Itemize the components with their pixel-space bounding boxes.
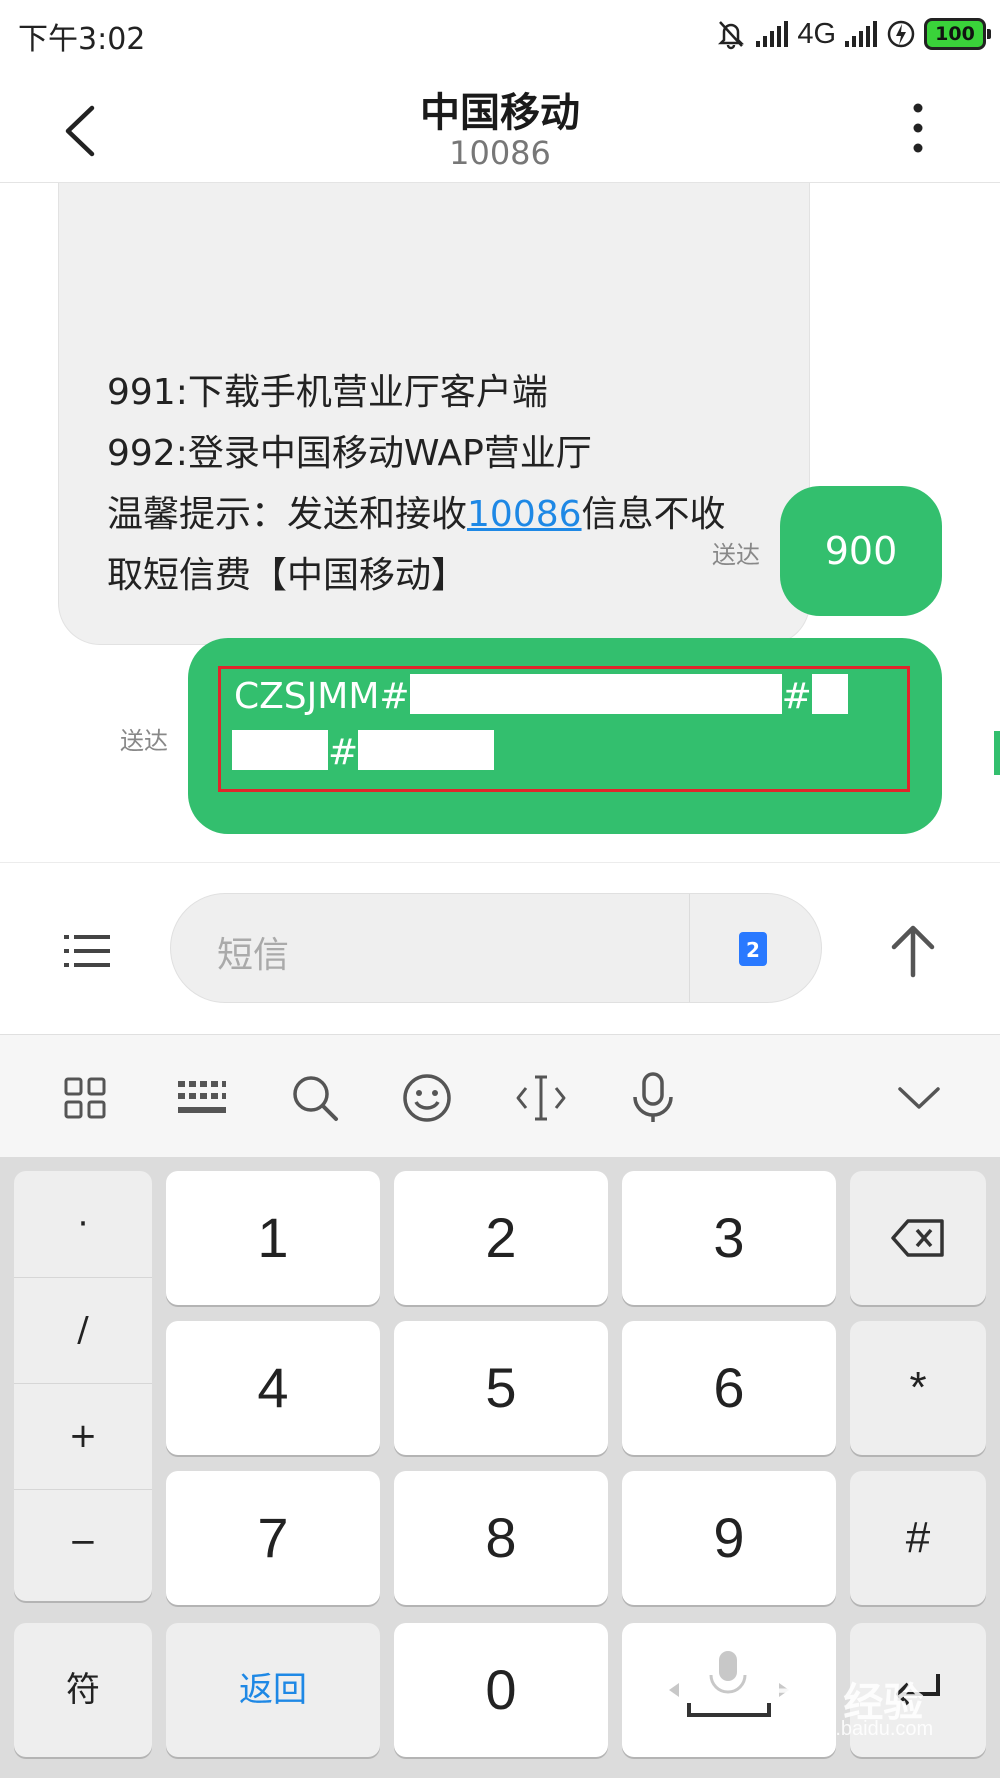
keyboard-icon[interactable] [174, 1071, 228, 1125]
delivery-status: 送达 [712, 541, 760, 569]
battery-icon: 100 [924, 18, 991, 50]
incoming-message-bubble[interactable]: 991:下载手机营业厅客户端 992:登录中国移动WAP营业厅 温馨提示：发送和… [58, 183, 810, 645]
chevron-down-icon[interactable] [892, 1071, 946, 1125]
message-line: 991:下载手机营业厅客户端 [107, 372, 548, 413]
charging-icon [887, 20, 915, 48]
key-8[interactable]: 8 [394, 1471, 608, 1605]
key-9[interactable]: 9 [622, 1471, 836, 1605]
key-3[interactable]: 3 [622, 1171, 836, 1305]
key-6[interactable]: 6 [622, 1321, 836, 1455]
message-line: 992:登录中国移动WAP营业厅 [107, 433, 592, 474]
watermark-url: jingyan.baidu.com [772, 1718, 934, 1740]
keyboard-toolbar [0, 1034, 1000, 1158]
signal-icon [756, 21, 789, 47]
return-key[interactable]: 返回 [166, 1623, 380, 1757]
tip-suffix: 信息不收 [581, 494, 726, 535]
grid-icon[interactable] [58, 1071, 112, 1125]
key-dot[interactable]: · [14, 1171, 152, 1278]
send-button[interactable] [888, 923, 938, 979]
key-hash[interactable]: # [850, 1471, 986, 1605]
sms-placeholder: 短信 [217, 935, 290, 976]
list-icon[interactable] [64, 933, 110, 969]
emoji-icon[interactable] [400, 1071, 454, 1125]
scroll-edge-marker [994, 731, 1000, 775]
delivery-status: 送达 [120, 727, 168, 755]
sms-input[interactable]: 短信 2 [170, 893, 822, 1003]
status-bar: 下午3:02 4G 100 [0, 0, 1000, 70]
phone-link[interactable]: 10086 [467, 494, 582, 535]
more-vertical-icon[interactable] [900, 98, 936, 158]
incoming-message-text: 991:下载手机营业厅客户端 992:登录中国移动WAP营业厅 温馨提示：发送和… [107, 362, 726, 606]
symbols-key[interactable]: 符 [14, 1623, 152, 1757]
search-icon[interactable] [288, 1071, 342, 1125]
status-icons: 4G 100 [715, 14, 991, 54]
contact-number: 10086 [449, 134, 551, 172]
message-line: 温馨提示：发送和接收10086信息不收 [107, 484, 726, 545]
key-5[interactable]: 5 [394, 1321, 608, 1455]
backspace-key[interactable] [850, 1171, 986, 1305]
status-time: 下午3:02 [18, 22, 146, 57]
contact-name: 中国移动 [420, 90, 580, 136]
message-line: 取短信费【中国移动】 [107, 555, 468, 596]
outgoing-message-bubble[interactable]: CZSJMM# # # [188, 638, 942, 834]
symbol-column[interactable]: · / + − [14, 1171, 152, 1601]
arrow-up-icon [891, 925, 935, 978]
key-minus[interactable]: − [14, 1489, 152, 1595]
signal-icon [845, 21, 877, 47]
network-type: 4G [797, 17, 836, 50]
backspace-icon [891, 1219, 944, 1257]
key-0[interactable]: 0 [394, 1623, 608, 1757]
cursor-icon[interactable] [514, 1071, 568, 1125]
outgoing-message-bubble[interactable]: 900 [780, 486, 942, 616]
tip-prefix: 温馨提示：发送和接收 [107, 494, 468, 535]
conversation-header: 中国移动 10086 [0, 70, 1000, 183]
key-4[interactable]: 4 [166, 1321, 380, 1455]
key-2[interactable]: 2 [394, 1171, 608, 1305]
message-list[interactable]: 991:下载手机营业厅客户端 992:登录中国移动WAP营业厅 温馨提示：发送和… [0, 183, 1000, 863]
composer: 短信 2 [0, 862, 1000, 1035]
key-slash[interactable]: / [14, 1277, 152, 1384]
sim-card-icon[interactable]: 2 [739, 932, 767, 966]
mic-icon[interactable] [626, 1071, 680, 1125]
key-plus[interactable]: + [14, 1383, 152, 1490]
key-1[interactable]: 1 [166, 1171, 380, 1305]
divider [689, 894, 690, 1002]
mute-icon [718, 21, 745, 50]
key-7[interactable]: 7 [166, 1471, 380, 1605]
key-asterisk[interactable]: * [850, 1321, 986, 1455]
highlight-box [218, 666, 910, 792]
outgoing-message-text: 900 [824, 529, 898, 573]
